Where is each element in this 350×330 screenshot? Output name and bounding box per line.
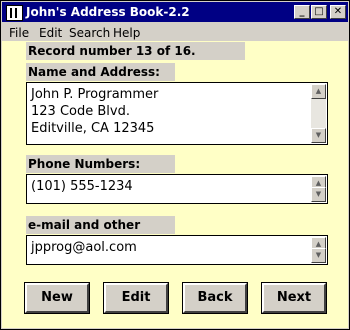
menu-file[interactable]: File [9, 26, 29, 40]
email-info-value: jpprog@aol.com [31, 240, 137, 255]
record-number-label: Record number 13 of 16. [26, 42, 245, 60]
phone-numbers-label: Phone Numbers: [26, 155, 175, 173]
menu-help[interactable]: Help [113, 26, 140, 40]
phone-scrollbar[interactable]: ▲ ▼ [311, 176, 326, 202]
close-button[interactable]: ✕ [330, 5, 346, 19]
name-address-value: John P. Programmer 123 Code Blvd. Editvi… [31, 87, 159, 136]
scroll-down-arrow-icon[interactable]: ▼ [311, 187, 326, 202]
scroll-down-arrow-icon[interactable]: ▼ [311, 128, 326, 143]
email-info-label: e-mail and other info: [26, 216, 175, 250]
menu-search[interactable]: Search [69, 26, 110, 40]
menu-bar: File Edit Search Help [2, 23, 348, 41]
menu-edit[interactable]: Edit [39, 26, 62, 40]
next-button[interactable]: Next [261, 282, 327, 314]
book-icon [6, 5, 23, 21]
phone-numbers-field[interactable]: (101) 555-1234 ▲ ▼ [26, 174, 328, 204]
scroll-up-arrow-icon[interactable]: ▲ [311, 84, 326, 99]
address-book-window: John's Address Book-2.2 _ □ ✕ File Edit … [0, 0, 350, 330]
new-button[interactable]: New [24, 282, 90, 314]
back-button[interactable]: Back [182, 282, 248, 314]
name-address-field[interactable]: John P. Programmer 123 Code Blvd. Editvi… [26, 82, 328, 145]
name-address-scrollbar[interactable]: ▲ ▼ [311, 84, 326, 143]
minimize-button[interactable]: _ [294, 5, 310, 19]
scroll-down-arrow-icon[interactable]: ▼ [311, 248, 326, 263]
edit-button[interactable]: Edit [103, 282, 169, 314]
title-bar[interactable]: John's Address Book-2.2 _ □ ✕ [2, 2, 348, 22]
phone-numbers-value: (101) 555-1234 [31, 179, 133, 194]
email-info-field[interactable]: jpprog@aol.com ▲ ▼ [26, 235, 328, 265]
email-scrollbar[interactable]: ▲ ▼ [311, 237, 326, 263]
maximize-button[interactable]: □ [311, 5, 327, 19]
name-address-label: Name and Address: [26, 63, 175, 81]
window-title: John's Address Book-2.2 [26, 5, 190, 19]
